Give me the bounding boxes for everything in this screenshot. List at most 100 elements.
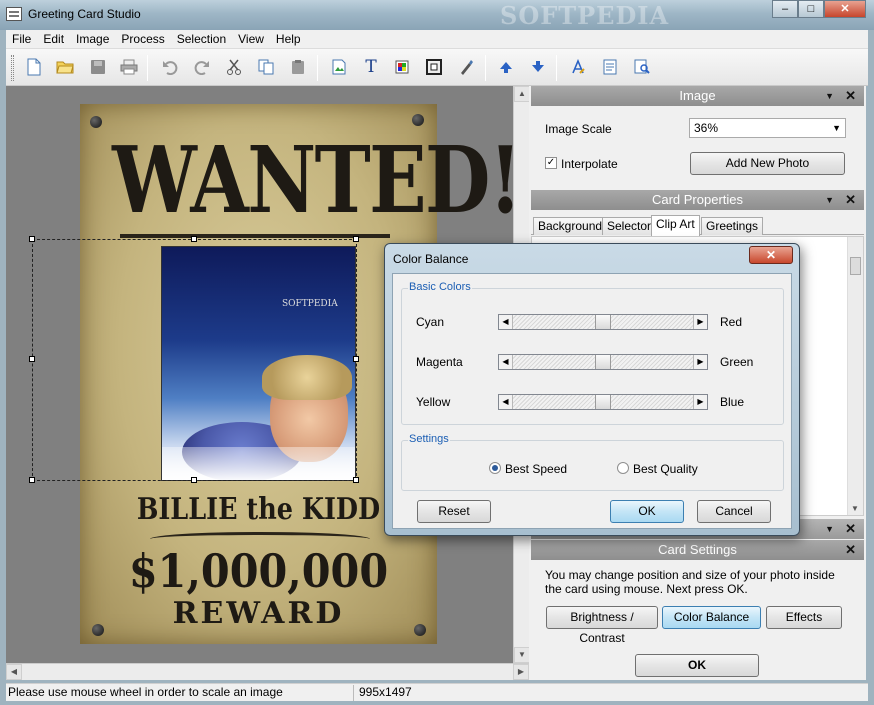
move-up-icon[interactable]	[496, 57, 516, 77]
add-new-photo-button[interactable]: Add New Photo	[690, 152, 845, 175]
yellow-blue-slider[interactable]: ◀ ▶	[498, 394, 708, 410]
paste-icon[interactable]	[288, 57, 308, 77]
effects-icon[interactable]	[392, 57, 412, 77]
scroll-right-icon[interactable]: ▶	[513, 664, 529, 680]
slider-left-icon[interactable]: ◀	[499, 395, 513, 409]
red-label: Red	[720, 315, 743, 329]
magenta-green-slider[interactable]: ◀ ▶	[498, 354, 708, 370]
image-scale-select[interactable]: 36% ▼	[689, 118, 846, 138]
resize-handle[interactable]	[191, 236, 197, 242]
selection-frame[interactable]	[29, 236, 359, 483]
menu-process[interactable]: Process	[115, 30, 170, 48]
resize-handle[interactable]	[353, 356, 359, 362]
cut-icon[interactable]	[224, 57, 244, 77]
tab-clip-art[interactable]: Clip Art	[651, 215, 700, 236]
close-icon[interactable]: ✕	[845, 519, 856, 539]
chevron-down-icon[interactable]: ▼	[825, 519, 834, 539]
move-down-icon[interactable]	[528, 57, 548, 77]
chevron-down-icon[interactable]: ▼	[825, 86, 834, 106]
slider-thumb[interactable]	[595, 395, 611, 409]
resize-handle[interactable]	[29, 477, 35, 483]
resize-handle[interactable]	[353, 236, 359, 242]
brush-icon[interactable]	[456, 57, 476, 77]
slider-thumb[interactable]	[595, 355, 611, 369]
menu-view[interactable]: View	[232, 30, 270, 48]
scroll-up-icon[interactable]: ▲	[514, 86, 530, 102]
toolbar-grip[interactable]	[11, 55, 14, 81]
clip-art-scrollbar[interactable]: ▼	[847, 237, 863, 515]
cyan-red-slider[interactable]: ◀ ▶	[498, 314, 708, 330]
scroll-down-icon[interactable]: ▼	[514, 647, 530, 663]
interpolate-checkbox[interactable]: ✓	[545, 157, 557, 169]
menu-help[interactable]: Help	[270, 30, 307, 48]
chevron-down-icon: ▼	[832, 123, 841, 133]
menu-selection[interactable]: Selection	[171, 30, 232, 48]
brightness-contrast-button[interactable]: Brightness / Contrast	[546, 606, 658, 645]
resize-handle[interactable]	[191, 477, 197, 483]
pin	[90, 116, 102, 128]
tab-greetings[interactable]: Greetings	[701, 217, 764, 235]
slider-right-icon[interactable]: ▶	[693, 355, 707, 369]
maximize-button[interactable]: □	[798, 0, 824, 18]
resize-handle[interactable]	[353, 477, 359, 483]
chevron-down-icon[interactable]: ▼	[825, 190, 834, 210]
frame-icon[interactable]	[424, 57, 444, 77]
color-balance-dialog: Color Balance ✕ Basic Colors Cyan ◀ ▶ Re…	[384, 243, 800, 536]
dialog-body: Basic Colors Cyan ◀ ▶ Red Magenta ◀ ▶ Gr…	[392, 273, 792, 529]
card-settings-ok-button[interactable]: OK	[635, 654, 759, 677]
copy-icon[interactable]	[256, 57, 276, 77]
find-icon[interactable]	[632, 57, 652, 77]
undo-icon[interactable]	[160, 57, 180, 77]
card-settings-hint: You may change position and size of your…	[545, 568, 835, 596]
insert-image-icon[interactable]	[329, 57, 349, 77]
reset-button[interactable]: Reset	[417, 500, 491, 523]
window-controls: – □ ✕	[772, 0, 866, 18]
close-icon[interactable]: ✕	[845, 190, 856, 210]
menu-image[interactable]: Image	[70, 30, 115, 48]
color-balance-button[interactable]: Color Balance	[662, 606, 761, 629]
best-quality-radio[interactable]	[617, 462, 629, 474]
menu-edit[interactable]: Edit	[37, 30, 70, 48]
text-icon[interactable]: T	[361, 57, 381, 77]
font-icon[interactable]	[568, 57, 588, 77]
scrollbar-thumb[interactable]	[850, 257, 861, 275]
card-properties-tabs: Background Selector Clip Art Greetings	[531, 215, 864, 236]
close-button[interactable]: ✕	[824, 0, 866, 18]
scroll-down-icon[interactable]: ▼	[851, 504, 859, 513]
resize-handle[interactable]	[29, 236, 35, 242]
save-icon[interactable]	[88, 57, 108, 77]
slider-right-icon[interactable]: ▶	[693, 315, 707, 329]
effects-button[interactable]: Effects	[766, 606, 842, 629]
status-bar: Please use mouse wheel in order to scale…	[6, 683, 868, 701]
tab-background[interactable]: Background	[533, 217, 608, 235]
ok-button[interactable]: OK	[610, 500, 684, 523]
toolbar: T	[6, 49, 868, 86]
minimize-button[interactable]: –	[772, 0, 798, 18]
resize-handle[interactable]	[29, 356, 35, 362]
best-speed-label: Best Speed	[505, 462, 568, 476]
close-icon[interactable]: ✕	[845, 540, 856, 560]
document-icon[interactable]	[600, 57, 620, 77]
new-file-icon[interactable]	[24, 57, 44, 77]
card-properties-title: Card Properties	[651, 192, 744, 207]
card-settings-title: Card Settings	[658, 542, 737, 557]
cancel-button[interactable]: Cancel	[697, 500, 771, 523]
scroll-left-icon[interactable]: ◀	[6, 664, 22, 680]
redo-icon[interactable]	[192, 57, 212, 77]
tab-selector[interactable]: Selector	[602, 217, 657, 235]
canvas-horizontal-scrollbar[interactable]: ◀ ▶	[6, 663, 529, 680]
text-icon-glyph: T	[365, 57, 377, 77]
slider-right-icon[interactable]: ▶	[693, 395, 707, 409]
dialog-close-button[interactable]: ✕	[749, 246, 793, 264]
open-folder-icon[interactable]	[55, 57, 75, 77]
slider-left-icon[interactable]: ◀	[499, 355, 513, 369]
print-icon[interactable]	[119, 57, 139, 77]
best-quality-label: Best Quality	[633, 462, 698, 476]
slider-left-icon[interactable]: ◀	[499, 315, 513, 329]
menu-file[interactable]: File	[6, 30, 37, 48]
status-dimensions: 995x1497	[359, 685, 412, 699]
slider-thumb[interactable]	[595, 315, 611, 329]
image-panel-title: Image	[679, 88, 716, 103]
best-speed-radio[interactable]	[489, 462, 501, 474]
close-icon[interactable]: ✕	[845, 86, 856, 106]
